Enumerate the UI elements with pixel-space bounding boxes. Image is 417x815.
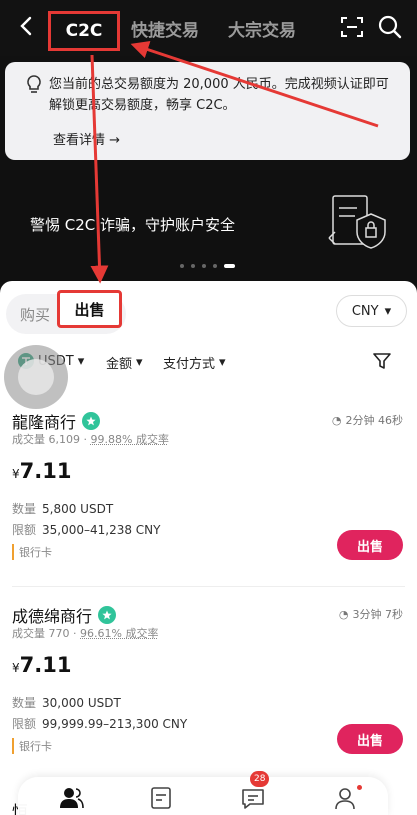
trade-volume: 成交量 770 bbox=[12, 627, 70, 640]
nav-orders-icon[interactable] bbox=[148, 785, 174, 811]
merchant-name-row[interactable]: 龍隆商行 bbox=[12, 409, 101, 433]
quantity-value: 30,000 USDT bbox=[42, 696, 121, 710]
merchant-stats: 成交量 770 · 96.61% 成交率 bbox=[12, 627, 159, 640]
limit-value: 99,999.99–213,300 CNY bbox=[42, 717, 188, 731]
tab-c2c[interactable]: C2C bbox=[48, 11, 120, 51]
quantity-row: 数量 5,800 USDT bbox=[12, 500, 113, 517]
lightbulb-icon bbox=[25, 74, 43, 96]
caret-down-icon: ▾ bbox=[384, 303, 392, 319]
buy-tab[interactable]: 购买 bbox=[20, 304, 50, 325]
price: ¥7.11 bbox=[12, 653, 71, 677]
nav-users-icon[interactable] bbox=[58, 785, 84, 811]
nav-messages-icon[interactable] bbox=[240, 785, 266, 811]
back-icon[interactable] bbox=[12, 12, 40, 40]
floating-assistive-button[interactable] bbox=[4, 345, 68, 409]
banner-text: 警惕 C2C 诈骗，守护账户安全 bbox=[30, 216, 236, 234]
price-value: 7.11 bbox=[19, 653, 72, 677]
profile-notification-dot bbox=[357, 785, 362, 790]
merchant-name: 龍隆商行 bbox=[12, 413, 77, 432]
quantity-label: 数量 bbox=[12, 696, 37, 710]
caret-down-icon: ▾ bbox=[77, 353, 85, 369]
limit-notice: 您当前的总交易额度为 20,000 人民币。完成视频认证即可解锁更高交易额度，畅… bbox=[5, 62, 410, 160]
ads-sheet: 购买 出售 CNY ▾ USDT ▾ 金额 ▾ 支付方式 ▾ 龍隆商行 bbox=[0, 281, 417, 815]
promo-banner[interactable]: 警惕 C2C 诈骗，守护账户安全 bbox=[0, 170, 417, 282]
limit-label: 限额 bbox=[12, 717, 37, 731]
amount-filter-label: 金额 bbox=[106, 357, 133, 372]
limit-row: 限额 35,000–41,238 CNY bbox=[12, 521, 161, 538]
payment-filter[interactable]: 支付方式 ▾ bbox=[163, 353, 226, 372]
caret-down-icon: ▾ bbox=[136, 355, 143, 370]
payment-time: ◔ 3分钟 7秒 bbox=[339, 606, 403, 622]
clock-icon: ◔ bbox=[331, 413, 342, 427]
limit-row: 限额 99,999.99–213,300 CNY bbox=[12, 715, 187, 732]
quantity-label: 数量 bbox=[12, 502, 37, 516]
divider bbox=[12, 586, 405, 587]
verified-icon bbox=[82, 412, 101, 430]
quantity-row: 数量 30,000 USDT bbox=[12, 694, 121, 711]
nav-profile-icon[interactable] bbox=[332, 785, 358, 811]
completion-rate: 99.88% 成交率 bbox=[90, 433, 169, 446]
price-currency: ¥ bbox=[12, 661, 20, 675]
limit-value: 35,000–41,238 CNY bbox=[42, 523, 161, 537]
merchant-name-row[interactable]: 成德绵商行 bbox=[12, 603, 117, 627]
scan-icon[interactable] bbox=[339, 14, 365, 40]
limit-label: 限额 bbox=[12, 523, 37, 537]
currency-selector[interactable]: CNY ▾ bbox=[336, 295, 407, 327]
security-shield-icon bbox=[327, 192, 391, 254]
tab-block-trade[interactable]: 大宗交易 bbox=[228, 16, 296, 41]
view-details-link[interactable]: 查看详情 → bbox=[53, 129, 120, 148]
filter-icon[interactable] bbox=[372, 351, 392, 371]
verified-icon bbox=[98, 606, 117, 624]
completion-rate: 96.61% 成交率 bbox=[80, 627, 159, 640]
tab-quick-trade[interactable]: 快捷交易 bbox=[131, 16, 199, 41]
payment-time-label: 3分钟 7秒 bbox=[352, 608, 404, 621]
sell-tab[interactable]: 出售 bbox=[57, 290, 122, 328]
search-icon[interactable] bbox=[376, 13, 404, 41]
caret-down-icon: ▾ bbox=[219, 355, 226, 370]
carousel-dots[interactable] bbox=[180, 264, 235, 268]
clock-icon: ◔ bbox=[338, 607, 349, 621]
top-bar: C2C 快捷交易 大宗交易 bbox=[0, 0, 417, 56]
currency-label: CNY bbox=[351, 303, 379, 319]
trade-volume: 成交量 6,109 bbox=[12, 433, 80, 446]
price: ¥7.11 bbox=[12, 459, 71, 483]
payment-time-label: 2分钟 46秒 bbox=[345, 414, 404, 427]
sell-button[interactable]: 出售 bbox=[337, 724, 403, 754]
price-value: 7.11 bbox=[19, 459, 72, 483]
quantity-value: 5,800 USDT bbox=[42, 502, 114, 516]
bottom-nav: 28 bbox=[18, 771, 388, 815]
payment-method: 银行卡 bbox=[12, 544, 52, 560]
merchant-stats: 成交量 6,109 · 99.88% 成交率 bbox=[12, 433, 169, 446]
price-currency: ¥ bbox=[12, 467, 20, 481]
notice-text: 您当前的总交易额度为 20,000 人民币。完成视频认证即可解锁更高交易额度，畅… bbox=[49, 77, 389, 113]
payment-filter-label: 支付方式 bbox=[163, 357, 216, 372]
merchant-name: 成德绵商行 bbox=[12, 607, 93, 626]
payment-method: 银行卡 bbox=[12, 738, 52, 754]
amount-filter[interactable]: 金额 ▾ bbox=[106, 353, 143, 372]
sell-button[interactable]: 出售 bbox=[337, 530, 403, 560]
messages-badge: 28 bbox=[250, 771, 270, 787]
payment-time: ◔ 2分钟 46秒 bbox=[332, 412, 403, 428]
